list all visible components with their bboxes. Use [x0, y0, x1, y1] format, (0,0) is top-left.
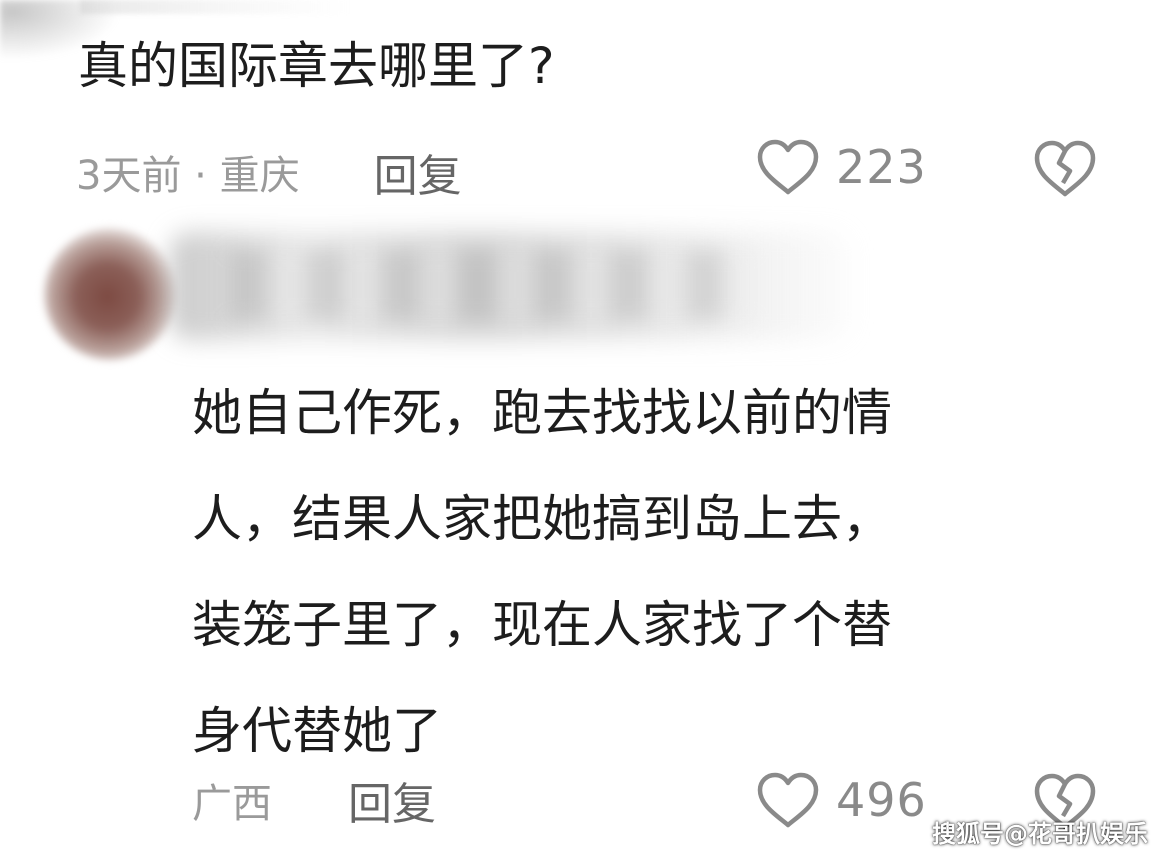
like-button[interactable]: 223 — [754, 136, 927, 198]
broken-heart-icon — [1034, 140, 1096, 197]
reply-line: 装笼子里了，现在人家找了个替 — [192, 596, 892, 654]
reply-button[interactable]: 回复 — [374, 140, 462, 204]
dislike-button[interactable] — [1030, 136, 1100, 200]
comment-time-location: 3天前 · 重庆 — [76, 153, 300, 199]
reply-text: 她自己作死，跑去找找以前的情 人，结果人家把她搞到岛上去， 装笼子里了，现在人家… — [192, 360, 1102, 784]
like-count: 223 — [836, 140, 927, 194]
reply-meta-row: 广西 回复 — [192, 768, 436, 832]
avatar[interactable] — [44, 228, 176, 360]
heart-icon — [757, 139, 819, 195]
reply-location: 广西 — [192, 781, 272, 827]
comment-meta-row: 3天前 · 重庆 回复 — [76, 140, 462, 204]
reply-line: 她自己作死，跑去找找以前的情 — [192, 384, 892, 442]
reply-line: 人，结果人家把她搞到岛上去， — [192, 490, 892, 548]
watermark: 搜狐号@花哥扒娱乐 — [932, 820, 1148, 848]
reply-button[interactable]: 回复 — [348, 768, 436, 832]
heart-icon — [757, 772, 819, 828]
like-button[interactable]: 496 — [754, 769, 927, 831]
blurred-username-fragment — [80, 0, 350, 14]
username-blur-detail — [230, 250, 750, 320]
like-count: 496 — [836, 773, 927, 827]
comment-text: 真的国际章去哪里了? — [78, 37, 555, 95]
